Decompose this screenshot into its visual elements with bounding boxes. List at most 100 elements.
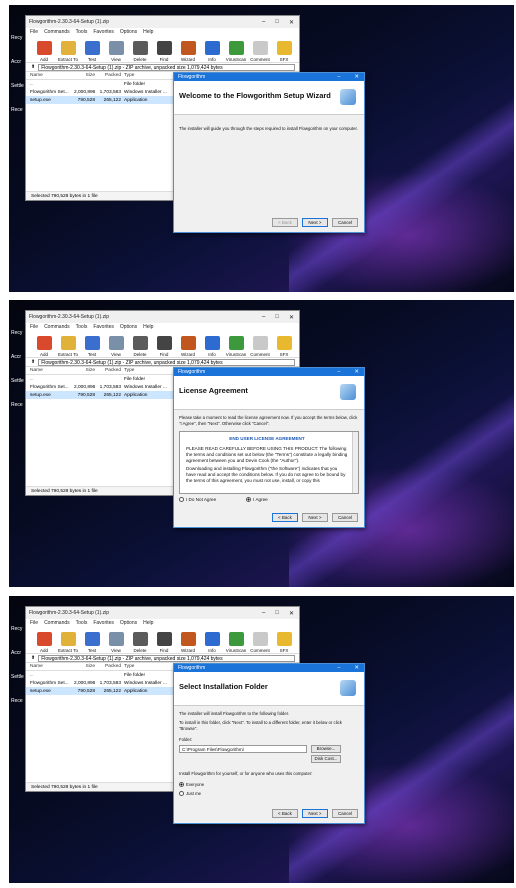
col-name[interactable]: Name	[30, 368, 74, 373]
toolbar-button[interactable]: Wizard	[178, 632, 198, 653]
menu-tools[interactable]: Tools	[76, 324, 88, 330]
menu-file[interactable]: File	[30, 324, 38, 330]
toolbar-button[interactable]: Comment	[250, 632, 270, 653]
toolbar-button[interactable]: Add	[34, 336, 54, 357]
minimize-icon[interactable]: –	[262, 19, 265, 26]
close-icon[interactable]: ✕	[354, 369, 359, 375]
menu-help[interactable]: Help	[143, 324, 153, 330]
close-icon[interactable]: ✕	[354, 74, 359, 80]
disagree-option[interactable]: I Do Not Agree	[179, 497, 216, 503]
menu-favorites[interactable]: Favorites	[93, 620, 114, 626]
toolbar-button[interactable]: Comment	[250, 41, 270, 62]
toolbar-button[interactable]: Delete	[130, 336, 150, 357]
menu-options[interactable]: Options	[120, 324, 137, 330]
toolbar-button[interactable]: Test	[82, 336, 102, 357]
toolbar-button[interactable]: VirusScan	[226, 41, 246, 62]
agree-option[interactable]: I Agree	[246, 497, 268, 503]
desktop-icon-label[interactable]: Recy	[11, 330, 24, 336]
desktop-icon-label[interactable]: Rece	[11, 402, 24, 408]
menu-commands[interactable]: Commands	[44, 29, 70, 35]
radio-icon[interactable]	[179, 497, 184, 503]
minimize-icon[interactable]: –	[337, 665, 340, 671]
toolbar-button[interactable]: Find	[154, 336, 174, 357]
next-button[interactable]: Next >	[302, 513, 328, 522]
col-packed[interactable]: Packed	[98, 368, 124, 373]
minimize-icon[interactable]: –	[262, 314, 265, 321]
maximize-icon[interactable]: □	[275, 610, 279, 617]
menu-commands[interactable]: Commands	[44, 324, 70, 330]
license-scrollbar[interactable]	[352, 431, 358, 493]
back-button[interactable]: < Back	[272, 513, 298, 522]
maximize-icon[interactable]: □	[275, 314, 279, 321]
up-icon[interactable]: ⬆	[31, 359, 35, 365]
toolbar-button[interactable]: Info	[202, 632, 222, 653]
folder-input[interactable]: C:\Program Files\Flowgorithm\	[179, 745, 307, 754]
toolbar-button[interactable]: Delete	[130, 632, 150, 653]
toolbar-button[interactable]: Find	[154, 632, 174, 653]
menu-file[interactable]: File	[30, 29, 38, 35]
col-packed[interactable]: Packed	[98, 664, 124, 669]
toolbar-button[interactable]: Test	[82, 41, 102, 62]
desktop-icon-label[interactable]: Accr	[11, 650, 24, 656]
up-icon[interactable]: ⬆	[31, 655, 35, 661]
cancel-button[interactable]: Cancel	[332, 809, 358, 818]
minimize-icon[interactable]: –	[337, 74, 340, 80]
cancel-button[interactable]: Cancel	[332, 218, 358, 227]
toolbar-button[interactable]: Extract To	[58, 336, 78, 357]
desktop-icon-label[interactable]: Recy	[11, 626, 24, 632]
menu-favorites[interactable]: Favorites	[93, 324, 114, 330]
next-button[interactable]: Next >	[302, 218, 328, 227]
menu-help[interactable]: Help	[143, 29, 153, 35]
back-button[interactable]: < Back	[272, 809, 298, 818]
col-size[interactable]: Size	[74, 664, 98, 669]
browse-button[interactable]: Browse...	[311, 745, 341, 754]
next-button[interactable]: Next >	[302, 809, 328, 818]
toolbar-button[interactable]: VirusScan	[226, 632, 246, 653]
menu-options[interactable]: Options	[120, 29, 137, 35]
toolbar-button[interactable]: Wizard	[178, 41, 198, 62]
menu-tools[interactable]: Tools	[76, 620, 88, 626]
back-button[interactable]: < Back	[272, 218, 298, 227]
up-icon[interactable]: ⬆	[31, 64, 35, 70]
desktop-icon-label[interactable]: Settle	[11, 83, 24, 89]
radio-selected-icon[interactable]	[246, 497, 252, 503]
col-packed[interactable]: Packed	[98, 73, 124, 78]
archive-path[interactable]: Flowgorithm-2.30.3-64-Setup (1).zip - ZI…	[38, 358, 295, 366]
everyone-option[interactable]: Everyone	[179, 782, 359, 788]
toolbar-button[interactable]: Info	[202, 41, 222, 62]
toolbar-button[interactable]: Delete	[130, 41, 150, 62]
toolbar-button[interactable]: SFX	[274, 41, 294, 62]
toolbar-button[interactable]: Wizard	[178, 336, 198, 357]
toolbar-button[interactable]: SFX	[274, 632, 294, 653]
minimize-icon[interactable]: –	[262, 610, 265, 617]
menu-file[interactable]: File	[30, 620, 38, 626]
archive-path[interactable]: Flowgorithm-2.30.3-64-Setup (1).zip - ZI…	[38, 63, 295, 71]
radio-selected-icon[interactable]	[179, 782, 184, 788]
maximize-icon[interactable]: □	[275, 19, 279, 26]
col-name[interactable]: Name	[30, 73, 74, 78]
toolbar-button[interactable]: Find	[154, 41, 174, 62]
radio-icon[interactable]	[179, 791, 184, 797]
menu-help[interactable]: Help	[143, 620, 153, 626]
close-icon[interactable]: ✕	[289, 314, 294, 321]
desktop-icon-label[interactable]: Settle	[11, 378, 24, 384]
close-icon[interactable]: ✕	[289, 19, 294, 26]
close-icon[interactable]: ✕	[354, 665, 359, 671]
toolbar-button[interactable]: Extract To	[58, 632, 78, 653]
disk-cost-button[interactable]: Disk Cost...	[311, 755, 341, 764]
toolbar-button[interactable]: Add	[34, 41, 54, 62]
desktop-icon-label[interactable]: Rece	[11, 107, 24, 113]
archive-path[interactable]: Flowgorithm-2.30.3-64-Setup (1).zip - ZI…	[38, 654, 295, 662]
close-icon[interactable]: ✕	[289, 610, 294, 617]
menu-options[interactable]: Options	[120, 620, 137, 626]
toolbar-button[interactable]: Test	[82, 632, 102, 653]
toolbar-button[interactable]: Add	[34, 632, 54, 653]
desktop-icon-label[interactable]: Settle	[11, 674, 24, 680]
desktop-icon-label[interactable]: Accr	[11, 59, 24, 65]
minimize-icon[interactable]: –	[337, 369, 340, 375]
menu-favorites[interactable]: Favorites	[93, 29, 114, 35]
menu-tools[interactable]: Tools	[76, 29, 88, 35]
toolbar-button[interactable]: View	[106, 336, 126, 357]
toolbar-button[interactable]: View	[106, 632, 126, 653]
toolbar-button[interactable]: View	[106, 41, 126, 62]
